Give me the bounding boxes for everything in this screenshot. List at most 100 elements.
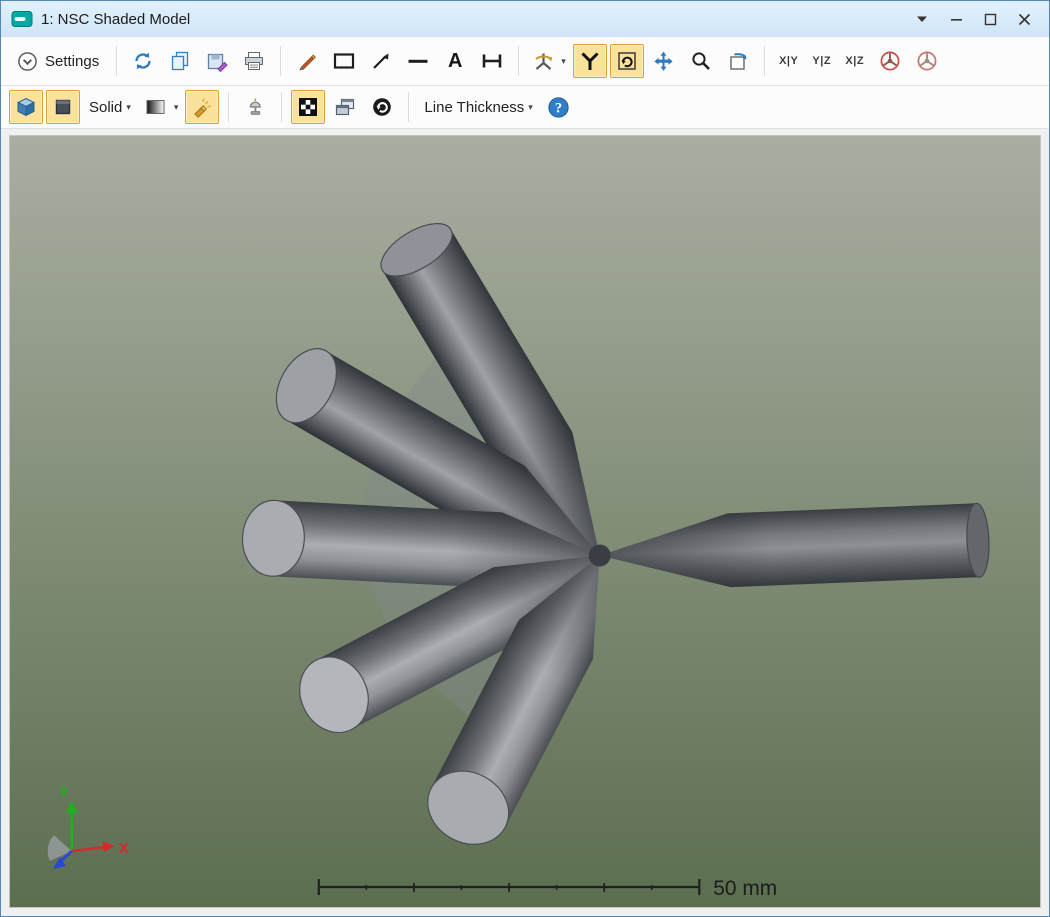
view-3d-button[interactable] bbox=[9, 90, 43, 124]
separator bbox=[116, 46, 118, 76]
view-xz-label: X|Z bbox=[845, 55, 865, 67]
help-icon: ? bbox=[548, 96, 569, 118]
lighting-button[interactable] bbox=[185, 90, 220, 124]
chevron-down-icon bbox=[917, 16, 927, 22]
center-joint bbox=[588, 544, 611, 567]
dropdown-caret: ▾ bbox=[126, 101, 131, 112]
background-button[interactable] bbox=[291, 90, 326, 124]
draw-pencil-button[interactable] bbox=[290, 44, 324, 78]
separator bbox=[408, 92, 410, 122]
view-2d-button[interactable] bbox=[46, 90, 80, 124]
lamp-button[interactable] bbox=[238, 90, 272, 124]
refresh-button[interactable] bbox=[126, 44, 160, 78]
animate-icon bbox=[373, 98, 392, 116]
dimension-icon bbox=[482, 54, 502, 68]
orbit-tool-button[interactable]: ▾ bbox=[528, 44, 570, 78]
settings-button[interactable]: Settings bbox=[9, 51, 107, 72]
shading-gradient-icon bbox=[146, 100, 165, 114]
axis-y-label: Y bbox=[59, 784, 69, 801]
rotation-disable-icon-1 bbox=[880, 51, 900, 71]
rotation-disable-button-1[interactable] bbox=[873, 44, 907, 78]
view-xy-button[interactable]: X|Y bbox=[774, 44, 804, 78]
plane-2d-icon bbox=[55, 99, 71, 115]
view-xy-label: X|Y bbox=[779, 55, 799, 67]
window-controls bbox=[907, 6, 1039, 32]
window-menu-button[interactable] bbox=[907, 6, 937, 32]
dropdown-caret: ▾ bbox=[528, 101, 533, 112]
refresh-icon bbox=[135, 52, 151, 70]
view-xz-button[interactable]: X|Z bbox=[840, 44, 870, 78]
axis-x-label: X bbox=[119, 840, 129, 857]
line-thickness-dropdown[interactable]: Line Thickness ▾ bbox=[418, 90, 538, 124]
viewport-frame: Y X 50 mm bbox=[1, 129, 1049, 916]
dropdown-caret: ▾ bbox=[173, 101, 179, 112]
window-title: 1: NSC Shaded Model bbox=[41, 10, 191, 28]
draw-rectangle-button[interactable] bbox=[327, 44, 361, 78]
dimension-button[interactable] bbox=[475, 44, 509, 78]
close-button[interactable] bbox=[1009, 6, 1039, 32]
titlebar: 1: NSC Shaded Model bbox=[1, 1, 1049, 37]
draw-text-button[interactable]: A bbox=[438, 44, 472, 78]
lamp-icon bbox=[250, 98, 262, 115]
pan-button[interactable] bbox=[647, 44, 681, 78]
help-button[interactable]: ? bbox=[542, 90, 576, 124]
copy-button[interactable] bbox=[163, 44, 197, 78]
minimize-button[interactable] bbox=[941, 6, 971, 32]
app-window: 1: NSC Shaded Model Settings A ▾ X|Y Y|Z… bbox=[0, 0, 1050, 917]
close-icon bbox=[1018, 13, 1030, 25]
shading-dropdown-button[interactable]: ▾ bbox=[140, 90, 183, 124]
viewport-3d[interactable]: Y X 50 mm bbox=[9, 135, 1041, 908]
copy-icon bbox=[172, 51, 189, 71]
rotation-disable-icon-2 bbox=[917, 51, 937, 71]
rotate-free-button[interactable] bbox=[572, 44, 607, 78]
view-yz-button[interactable]: Y|Z bbox=[807, 44, 837, 78]
print-icon bbox=[245, 52, 264, 70]
rotate-z-icon bbox=[617, 52, 636, 70]
view-yz-label: Y|Z bbox=[812, 55, 832, 67]
rotation-disable-button-2[interactable] bbox=[910, 44, 944, 78]
viewports-icon bbox=[336, 98, 355, 116]
pencil-icon bbox=[299, 54, 317, 71]
rotate-view-icon bbox=[730, 53, 747, 70]
settings-chevron-icon bbox=[18, 51, 37, 71]
toolbar-main: Settings A ▾ X|Y Y|Z X|Z bbox=[1, 37, 1049, 86]
zoom-icon bbox=[692, 52, 710, 70]
orientation-triad: Y X bbox=[47, 784, 129, 870]
orbit-icon bbox=[535, 53, 553, 70]
separator bbox=[228, 92, 230, 122]
print-button[interactable] bbox=[237, 44, 271, 78]
separator bbox=[518, 46, 520, 76]
line-thickness-label: Line Thickness bbox=[424, 98, 525, 116]
zoom-button[interactable] bbox=[684, 44, 718, 78]
animate-button[interactable] bbox=[365, 90, 399, 124]
cylinder-right bbox=[599, 502, 990, 588]
svg-text:?: ? bbox=[555, 100, 562, 116]
maximize-button[interactable] bbox=[975, 6, 1005, 32]
toolbar-view: Solid ▾ ▾ Line Thickness ▾ ? bbox=[1, 86, 1049, 129]
maximize-icon bbox=[984, 13, 996, 25]
dropdown-caret: ▾ bbox=[561, 55, 566, 66]
app-icon bbox=[11, 11, 33, 27]
arrow-line-icon bbox=[373, 53, 389, 69]
minimize-icon bbox=[950, 18, 962, 21]
cube-3d-icon bbox=[16, 97, 36, 117]
render-mode-dropdown[interactable]: Solid ▾ bbox=[83, 90, 137, 124]
shaded-model-canvas: Y X 50 mm bbox=[47, 223, 990, 900]
draw-line-button[interactable] bbox=[401, 44, 435, 78]
settings-label: Settings bbox=[45, 52, 100, 70]
draw-arrow-button[interactable] bbox=[364, 44, 398, 78]
rectangle-icon bbox=[334, 53, 355, 69]
save-button[interactable] bbox=[200, 44, 234, 78]
render-mode-value: Solid bbox=[89, 98, 123, 116]
separator bbox=[281, 92, 283, 122]
flashlight-icon bbox=[194, 98, 212, 118]
separator bbox=[763, 46, 765, 76]
rotate-z-button[interactable] bbox=[609, 44, 644, 78]
background-checker-icon bbox=[299, 98, 318, 116]
viewports-button[interactable] bbox=[328, 90, 362, 124]
scale-bar: 50 mm bbox=[317, 877, 777, 900]
rotate-view-button[interactable] bbox=[721, 44, 755, 78]
separator bbox=[280, 46, 282, 76]
save-icon bbox=[208, 53, 228, 72]
scale-bar-label: 50 mm bbox=[713, 877, 777, 900]
